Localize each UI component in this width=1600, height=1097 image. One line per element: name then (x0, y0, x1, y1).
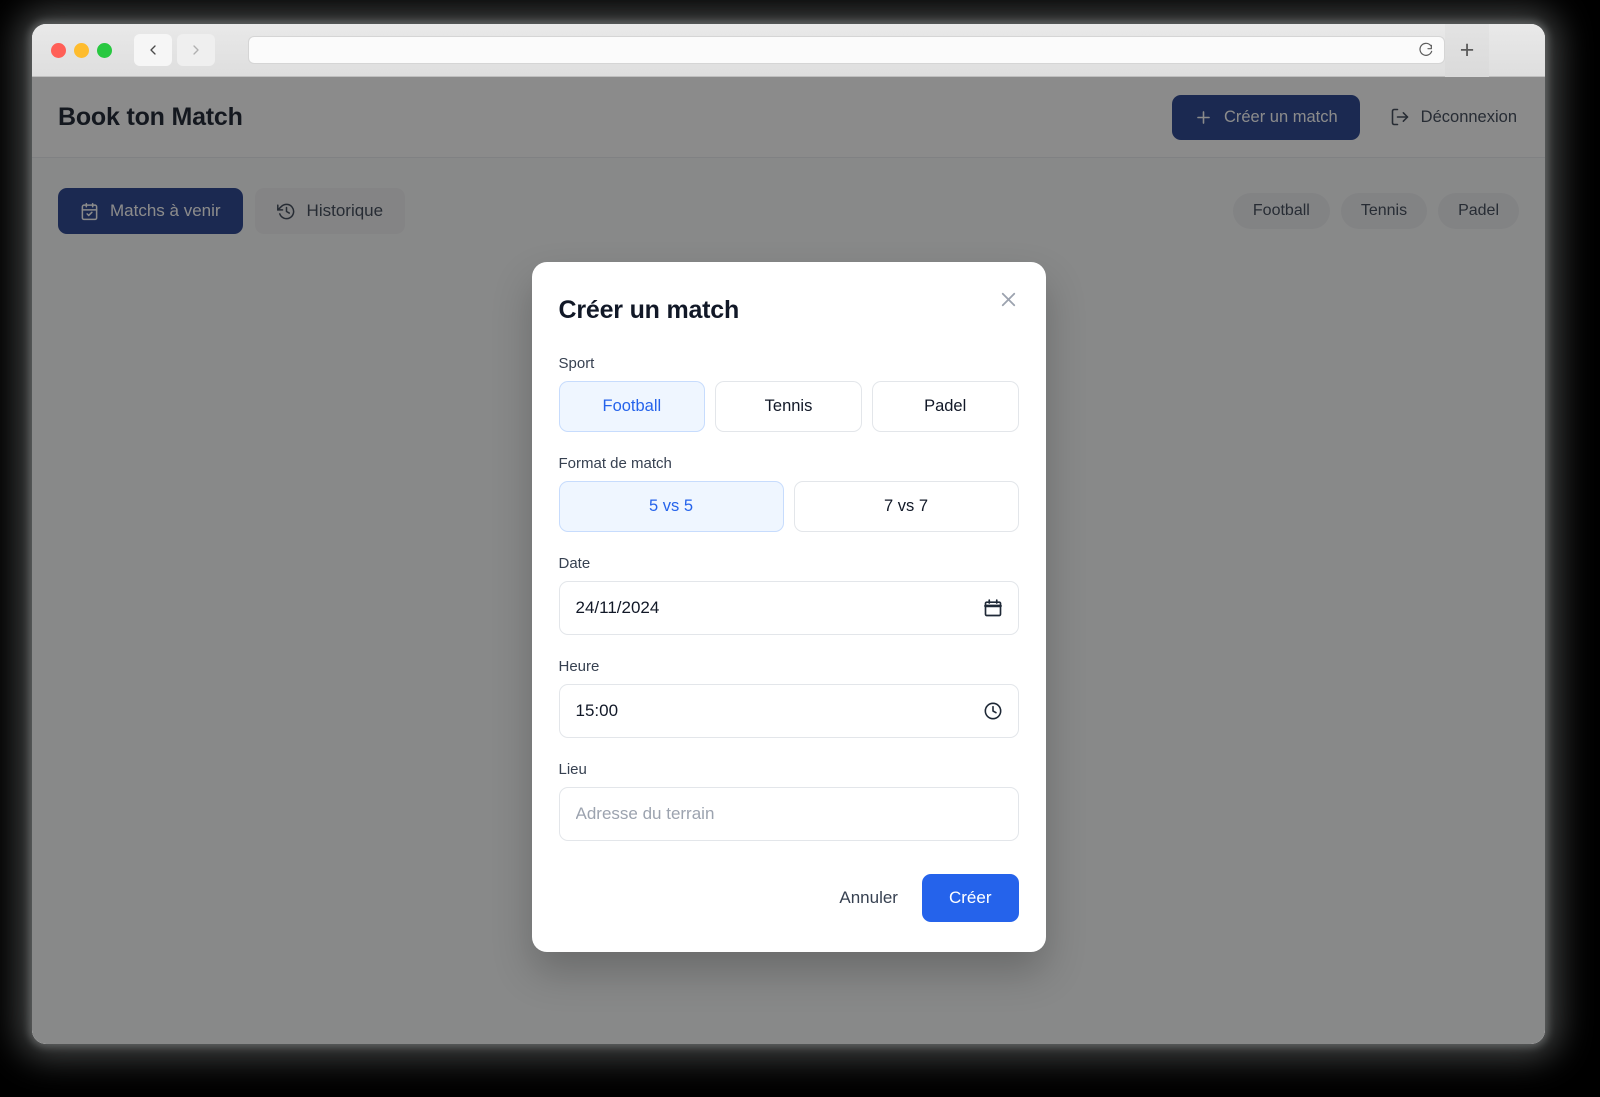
date-input[interactable] (558, 581, 1019, 635)
close-button[interactable] (996, 286, 1022, 312)
window-controls (51, 42, 112, 58)
format-option-7v7[interactable]: 7 vs 7 (793, 481, 1019, 532)
new-tab-label: + (1459, 35, 1475, 64)
sport-option-tennis[interactable]: Tennis (715, 381, 862, 432)
browser-chrome: + (32, 24, 1545, 77)
format-options: 5 vs 5 7 vs 7 (558, 481, 1019, 532)
browser-window: + Book ton Match Créer un match Déconnex… (32, 24, 1545, 1044)
time-label: Heure (558, 658, 600, 675)
time-field-group: Heure (558, 658, 1019, 738)
modal-title: Créer un match (558, 296, 740, 324)
minimize-window-button[interactable] (74, 42, 89, 58)
date-field-group: Date (558, 555, 1019, 635)
place-input[interactable] (558, 787, 1019, 841)
date-label: Date (558, 555, 591, 572)
modal-overlay[interactable]: Créer un match Sport Football Tennis Pad… (32, 77, 1545, 1044)
place-label: Lieu (558, 761, 587, 778)
format-option-5v5[interactable]: 5 vs 5 (558, 481, 784, 532)
chevron-left-icon (150, 45, 156, 55)
sport-options: Football Tennis Padel (558, 381, 1019, 432)
sport-option-padel[interactable]: Padel (871, 381, 1019, 432)
date-input-wrapper (558, 581, 1019, 635)
close-window-button[interactable] (51, 42, 66, 58)
close-icon (1001, 292, 1016, 306)
time-input-wrapper (558, 684, 1019, 738)
back-button[interactable] (134, 34, 172, 66)
time-input[interactable] (558, 684, 1019, 738)
submit-button[interactable]: Créer (921, 874, 1019, 922)
sport-label: Sport (558, 355, 595, 372)
sport-option-football[interactable]: Football (558, 381, 706, 432)
navigation-buttons (134, 34, 215, 66)
format-label: Format de match (558, 455, 672, 472)
url-bar[interactable] (248, 36, 1445, 64)
cancel-button[interactable]: Annuler (831, 876, 906, 920)
place-field-group: Lieu (558, 761, 1019, 841)
forward-button[interactable] (177, 34, 215, 66)
page-content: Book ton Match Créer un match Déconnexio… (32, 77, 1545, 1044)
reload-icon[interactable] (1418, 42, 1434, 58)
chevron-right-icon (193, 45, 199, 55)
modal-footer: Annuler Créer (559, 874, 1019, 922)
new-tab-button[interactable]: + (1445, 24, 1489, 77)
format-field-group: Format de match 5 vs 5 7 vs 7 (558, 455, 1019, 532)
sport-field-group: Sport Football Tennis Padel (558, 355, 1019, 432)
create-match-modal: Créer un match Sport Football Tennis Pad… (531, 262, 1046, 952)
place-input-wrapper (558, 787, 1019, 841)
maximize-window-button[interactable] (97, 42, 112, 58)
